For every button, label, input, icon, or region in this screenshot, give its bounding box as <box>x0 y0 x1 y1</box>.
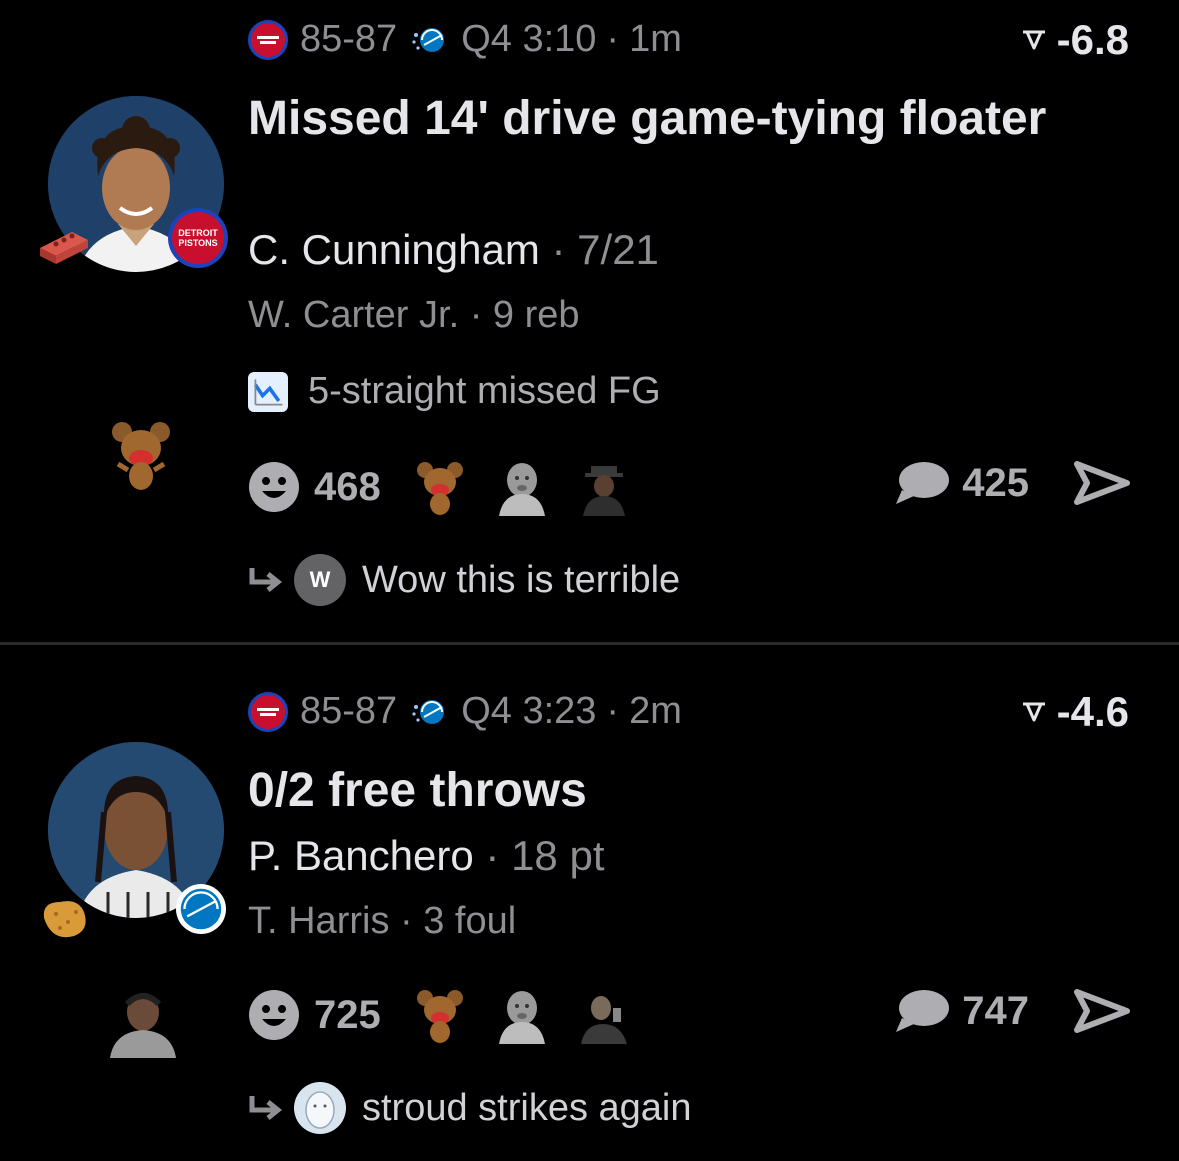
delta-value: -6.8 <box>1056 16 1129 63</box>
game-score: 85-87 <box>300 690 398 732</box>
trend-arrow-icon <box>1022 702 1045 722</box>
reply-avatar[interactable]: W <box>294 554 346 606</box>
feed-item-2[interactable]: 85-87 Q4 3:23 · 2m -4.6 0/2 free throws … <box>0 646 1179 1161</box>
top-reply[interactable]: W Wow this is terrible <box>248 554 680 606</box>
secondary-player[interactable]: W. Carter Jr. · 9 reb <box>248 294 580 337</box>
reply-arrow-icon <box>249 568 282 592</box>
player-stat: 18 pt <box>511 832 605 879</box>
reaction-count[interactable]: 468 <box>314 465 381 510</box>
separator: · <box>400 900 413 942</box>
comments-bar[interactable]: 747 <box>894 988 1131 1034</box>
mouse-emoji-icon <box>112 422 170 490</box>
comment-count[interactable]: 425 <box>962 461 1029 506</box>
game-clock: Q4 3:23 <box>461 690 597 732</box>
game-score: 85-87 <box>300 18 398 60</box>
baby-reactor-avatar[interactable] <box>493 458 551 516</box>
person-reactor-avatar[interactable] <box>575 458 633 516</box>
egg-avatar-icon <box>295 1083 345 1133</box>
chart-down-icon <box>248 371 288 412</box>
team-badge-magic <box>176 884 226 934</box>
player-name[interactable]: C. Cunningham <box>248 226 540 273</box>
baby-reactor-avatar[interactable] <box>493 986 551 1044</box>
top-reply[interactable]: stroud strikes again <box>248 1082 692 1134</box>
separator: · <box>469 294 483 336</box>
reactions-bar[interactable]: 725 <box>248 986 657 1044</box>
nugget-icon <box>43 901 86 938</box>
separator: · <box>606 18 620 60</box>
post-age: 1m <box>629 18 682 60</box>
team-badge-text: DETROIT PISTONS <box>172 212 224 264</box>
separator: · <box>606 690 620 732</box>
smiley-icon[interactable] <box>248 989 300 1041</box>
reply-avatar[interactable] <box>294 1082 346 1134</box>
reply-text[interactable]: Wow this is terrible <box>362 559 680 602</box>
smiley-icon[interactable] <box>248 461 300 513</box>
reaction-count[interactable]: 725 <box>314 993 381 1038</box>
comments-bar[interactable]: 425 <box>894 460 1131 506</box>
win-prob-delta: -6.8 <box>1021 16 1129 64</box>
primary-player[interactable]: P. Banchero · 18 pt <box>248 832 605 880</box>
trend-arrow-icon <box>1022 30 1045 50</box>
reply-arrow-icon <box>249 1096 282 1120</box>
game-meta: 85-87 Q4 3:23 · 2m <box>248 690 682 733</box>
player-name[interactable]: P. Banchero <box>248 832 474 879</box>
separator: · <box>485 832 500 879</box>
primary-player[interactable]: C. Cunningham · 7/21 <box>248 226 659 274</box>
streak-note: 5-straight missed FG <box>248 370 661 413</box>
comment-count[interactable]: 747 <box>962 989 1029 1034</box>
secondary-stat: 9 reb <box>492 294 580 336</box>
pistons-logo-icon <box>248 691 288 732</box>
play-title: 0/2 free throws <box>248 764 587 817</box>
mouse-reactor-avatar[interactable] <box>411 458 469 516</box>
reply-text[interactable]: stroud strikes again <box>362 1087 692 1130</box>
man-emoji-icon <box>110 993 176 1058</box>
magic-logo-icon <box>412 27 445 52</box>
post-age: 2m <box>629 690 682 732</box>
secondary-player[interactable]: T. Harris · 3 foul <box>248 900 516 943</box>
feed-item-1[interactable]: 85-87 Q4 3:10 · 1m -6.8 DETROIT PISTONS <box>0 0 1179 642</box>
separator: · <box>551 226 566 273</box>
win-prob-delta: -4.6 <box>1021 688 1129 736</box>
speech-bubble-icon[interactable] <box>894 460 950 506</box>
send-icon[interactable] <box>1073 988 1131 1034</box>
secondary-name[interactable]: W. Carter Jr. <box>248 294 459 336</box>
magic-logo-icon <box>412 699 445 724</box>
brick-icon <box>40 232 88 264</box>
pistons-logo-icon <box>248 19 288 60</box>
mouse-reactor-avatar[interactable] <box>411 986 469 1044</box>
speech-bubble-icon[interactable] <box>894 988 950 1034</box>
team-badge-pistons: DETROIT PISTONS <box>168 208 228 268</box>
game-clock: Q4 3:10 <box>461 18 597 60</box>
send-icon[interactable] <box>1073 460 1131 506</box>
feed-divider <box>0 642 1179 645</box>
player-stat: 7/21 <box>577 226 659 273</box>
secondary-name[interactable]: T. Harris <box>248 900 389 942</box>
streak-text: 5-straight missed FG <box>308 370 661 412</box>
game-meta: 85-87 Q4 3:10 · 1m <box>248 18 682 61</box>
man-phone-reactor-avatar[interactable] <box>575 986 633 1044</box>
secondary-stat: 3 foul <box>423 900 517 942</box>
play-title: Missed 14' drive game-tying floater <box>248 92 1047 145</box>
reactions-bar[interactable]: 468 <box>248 458 657 516</box>
delta-value: -4.6 <box>1056 688 1129 735</box>
